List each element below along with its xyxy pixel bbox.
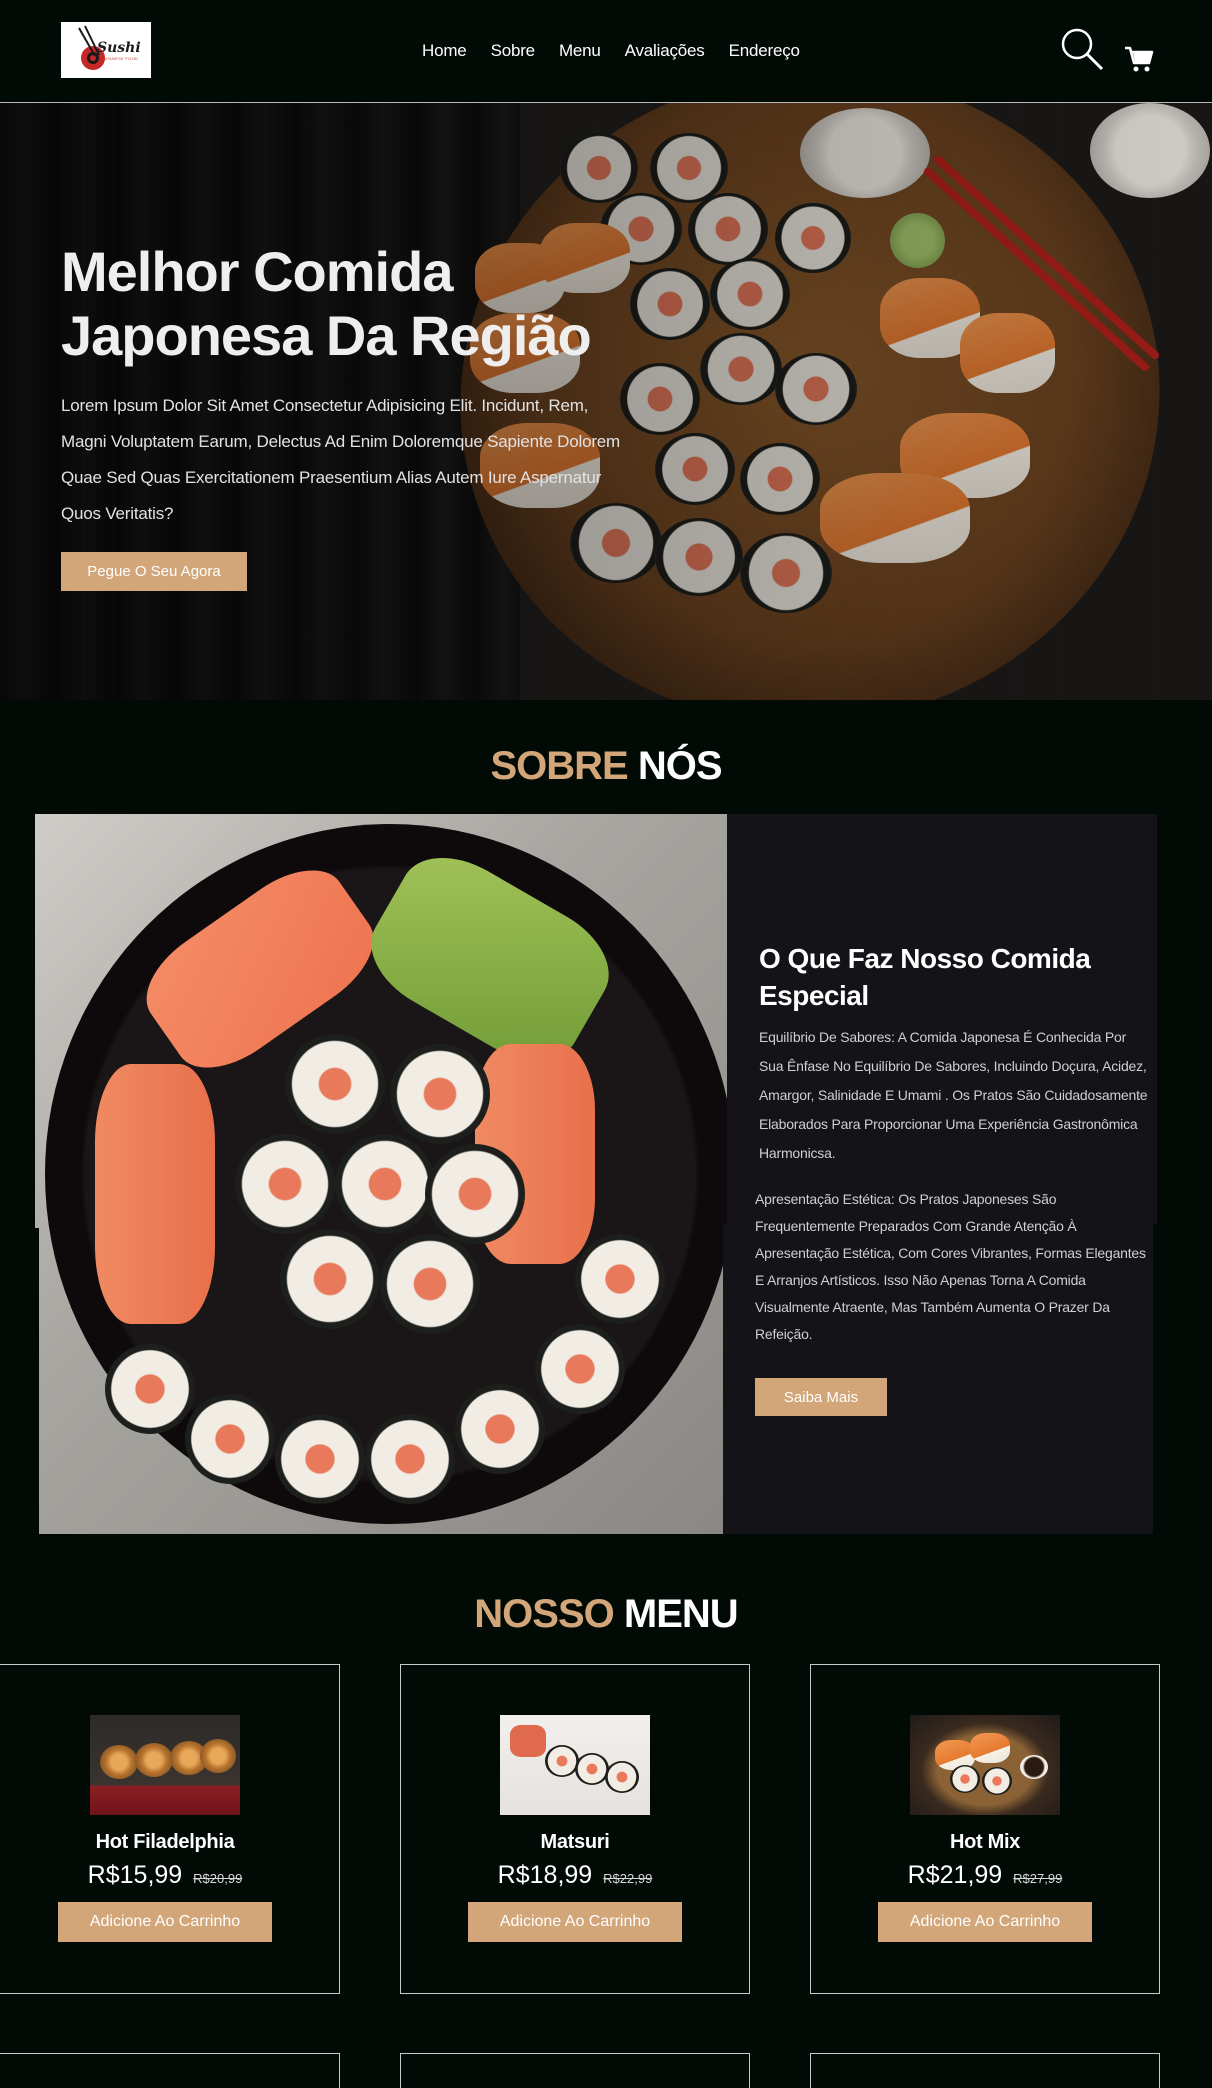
menu-card-partial [0, 2053, 340, 2088]
about-section-title: SOBRE NÓS [0, 744, 1212, 789]
menu-card: Hot Filadelphia R$15,99 R$20,99 Adicione… [0, 1664, 340, 1994]
add-to-cart-button[interactable]: Adicione Ao Carrinho [58, 1902, 272, 1942]
site-header: Sushi JAPANESE FOOD Home Sobre Menu Aval… [0, 0, 1212, 103]
nav-avaliacoes-link[interactable]: Avaliações [625, 41, 705, 61]
about-title-main: NÓS [637, 744, 723, 788]
menu-item-current-price: R$18,99 [497, 1861, 593, 1889]
menu-item-image [500, 1715, 650, 1815]
menu-title-accent: NOSSO [474, 1592, 614, 1636]
menu-card-partial [810, 2053, 1160, 2088]
nav-menu-link[interactable]: Menu [559, 41, 601, 61]
hero-cta-button[interactable]: Pegue O Seu Agora [61, 552, 247, 591]
menu-item-image [910, 1715, 1060, 1815]
menu-card: Matsuri R$18,99 R$22,99 Adicione Ao Carr… [400, 1664, 750, 1994]
menu-item-old-price: R$22,99 [603, 1871, 653, 1886]
menu-item-name: Hot Filadelphia [95, 1831, 235, 1853]
about-learn-more-button[interactable]: Saiba Mais [755, 1378, 887, 1416]
logo-tagline: JAPANESE FOOD [101, 56, 139, 61]
menu-card: Hot Mix R$21,99 R$27,99 Adicione Ao Carr… [810, 1664, 1160, 1994]
about-heading: O Que Faz Nosso Comida Especial [759, 943, 1091, 1011]
menu-item-old-price: R$27,99 [1013, 1871, 1063, 1886]
nav-home-link[interactable]: Home [422, 41, 467, 61]
hero-section: Melhor Comida Japonesa Da Região Lorem I… [0, 103, 1212, 700]
menu-item-price: R$21,99 R$27,99 [811, 1861, 1159, 1890]
menu-item-current-price: R$15,99 [87, 1861, 183, 1889]
menu-section-title: NOSSO MENU [0, 1592, 1212, 1637]
about-paragraph-flavors: Equilíbrio De Sabores: A Comida Japonesa… [759, 1029, 1148, 1161]
menu-item-name: Matsuri [540, 1831, 610, 1853]
logo-wordmark: Sushi [97, 40, 141, 56]
menu-card-partial [400, 2053, 750, 2088]
about-paragraph-presentation: Apresentação Estética: Os Pratos Japones… [755, 1191, 1146, 1342]
main-nav: Home Sobre Menu Avaliações Endereço [422, 41, 824, 61]
add-to-cart-button[interactable]: Adicione Ao Carrinho [468, 1902, 682, 1942]
menu-item-price: R$18,99 R$22,99 [401, 1861, 749, 1890]
search-icon[interactable] [1059, 26, 1105, 72]
menu-title-main: MENU [623, 1592, 739, 1636]
hero-description: Lorem Ipsum Dolor Sit Amet Consectetur A… [61, 396, 621, 523]
about-sushi-platter-image [35, 814, 727, 1534]
menu-item-image [90, 1715, 240, 1815]
add-to-cart-button[interactable]: Adicione Ao Carrinho [878, 1902, 1092, 1942]
menu-item-current-price: R$21,99 [907, 1861, 1003, 1889]
menu-item-price: R$15,99 R$20,99 [0, 1861, 339, 1890]
brand-logo[interactable]: Sushi JAPANESE FOOD [61, 22, 151, 78]
cart-icon[interactable] [1124, 44, 1154, 74]
about-title-accent: SOBRE [490, 744, 628, 788]
menu-item-name: Hot Mix [949, 1831, 1021, 1853]
hero-title: Melhor Comida Japonesa Da Região [61, 240, 592, 367]
nav-sobre-link[interactable]: Sobre [491, 41, 536, 61]
menu-item-old-price: R$20,99 [193, 1871, 243, 1886]
nav-endereco-link[interactable]: Endereço [729, 41, 800, 61]
